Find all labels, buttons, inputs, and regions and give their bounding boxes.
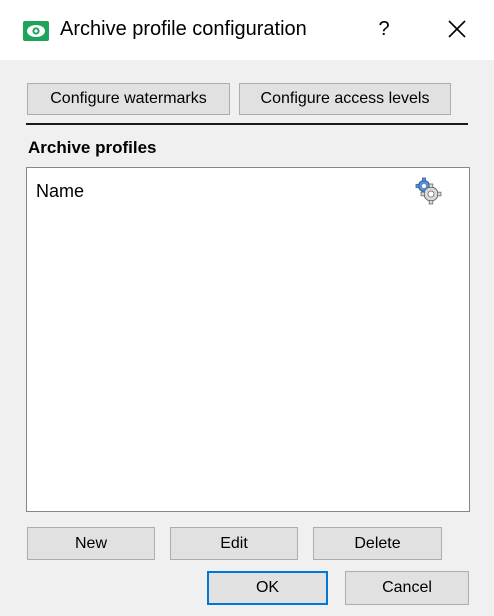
edit-label: Edit	[220, 535, 248, 552]
configure-access-levels-label: Configure access levels	[260, 90, 430, 107]
archive-profile-configuration-dialog: Archive profile configuration ? Configur…	[0, 0, 494, 616]
help-button[interactable]: ?	[372, 14, 396, 44]
new-button[interactable]: New	[27, 527, 155, 560]
delete-label: Delete	[354, 535, 401, 552]
eye-icon	[23, 21, 49, 41]
configure-watermarks-label: Configure watermarks	[50, 90, 207, 107]
cancel-label: Cancel	[382, 579, 432, 596]
window-title: Archive profile configuration	[60, 18, 307, 40]
separator-line	[26, 123, 468, 125]
close-icon[interactable]	[442, 14, 472, 44]
new-label: New	[74, 535, 107, 552]
archive-profiles-list[interactable]: Name	[26, 167, 470, 512]
column-header-name[interactable]: Name	[36, 181, 84, 202]
archive-profiles-heading: Archive profiles	[28, 138, 157, 157]
edit-button[interactable]: Edit	[170, 527, 298, 560]
title-bar: Archive profile configuration ?	[0, 0, 494, 60]
ok-label: OK	[255, 579, 280, 596]
gear-icon[interactable]	[413, 175, 443, 205]
configure-watermarks-button[interactable]: Configure watermarks	[27, 83, 230, 115]
ok-button[interactable]: OK	[207, 571, 328, 605]
configure-access-levels-button[interactable]: Configure access levels	[239, 83, 451, 115]
delete-button[interactable]: Delete	[313, 527, 442, 560]
cancel-button[interactable]: Cancel	[345, 571, 469, 605]
